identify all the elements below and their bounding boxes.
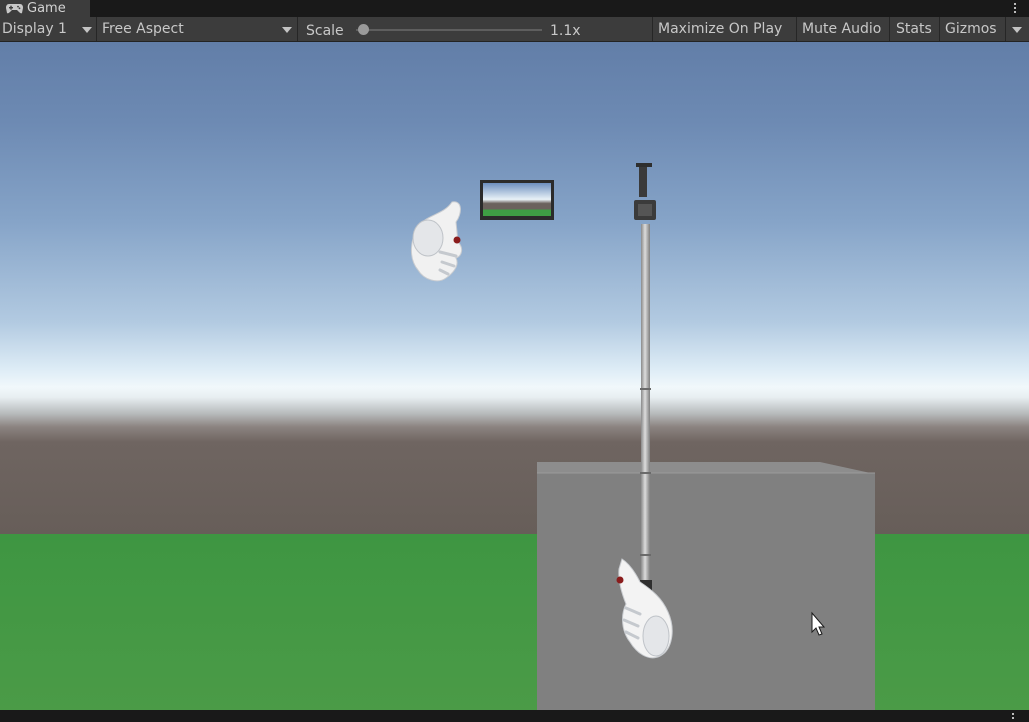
gizmos-dropdown-icon[interactable] — [1012, 27, 1022, 33]
more-icon[interactable] — [1012, 713, 1014, 721]
scale-label: Scale — [306, 23, 344, 39]
chevron-down-icon — [282, 27, 292, 33]
maximize-on-play-button[interactable]: Maximize On Play — [658, 17, 782, 41]
game-view-viewport[interactable] — [0, 42, 1029, 710]
display-dropdown[interactable]: Display 1 — [0, 17, 96, 41]
gizmos-button[interactable]: Gizmos — [945, 17, 997, 41]
scale-value: 1.1x — [550, 23, 581, 39]
stats-button[interactable]: Stats — [896, 17, 932, 41]
tab-strip: Game — [0, 0, 1029, 17]
game-toolbar: Display 1 Free Aspect Scale 1.1x Maximiz… — [0, 17, 1029, 42]
tab-game[interactable]: Game — [0, 0, 90, 17]
tab-menu-icon[interactable] — [1012, 1, 1018, 15]
scene-render — [411, 163, 875, 710]
scale-slider[interactable] — [356, 29, 542, 31]
aspect-dropdown[interactable]: Free Aspect — [97, 17, 297, 41]
gamepad-icon — [6, 4, 23, 14]
grey-cube — [537, 462, 875, 710]
scale-slider-thumb[interactable] — [357, 24, 369, 35]
mute-audio-button[interactable]: Mute Audio — [802, 17, 881, 41]
aspect-label: Free Aspect — [102, 21, 184, 37]
bottom-strip — [0, 710, 1029, 722]
display-label: Display 1 — [2, 21, 67, 37]
left-hand-model — [411, 201, 463, 282]
tab-title: Game — [27, 1, 66, 16]
chevron-down-icon — [82, 27, 92, 33]
camera-preview-panel — [480, 180, 554, 220]
